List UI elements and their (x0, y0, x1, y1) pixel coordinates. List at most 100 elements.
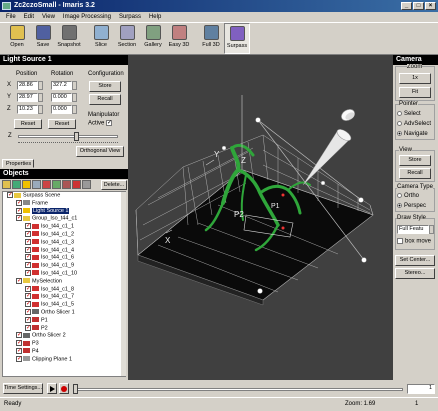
visibility-checkbox[interactable]: ✓ (16, 355, 22, 362)
position-y-input[interactable]: 28.97 (17, 93, 38, 102)
open-tool-button[interactable]: Open (4, 23, 30, 54)
visibility-checkbox[interactable]: ✓ (16, 215, 22, 222)
visibility-checkbox[interactable]: ✓ (25, 269, 31, 276)
tree-scrollbar[interactable] (121, 192, 126, 376)
camera-recall-button[interactable]: Recall (399, 168, 431, 179)
scene-canvas[interactable]: Y X Z P1 P2 (128, 55, 393, 380)
tree-item[interactable]: ✓ Iso_t44_c1_2 (3, 230, 125, 239)
position-z-input[interactable]: 10.23 (17, 105, 38, 114)
tree-item[interactable]: ✓ Iso_t44_c1_8 (3, 285, 125, 294)
gallery-tool-button[interactable]: Gallery (140, 23, 166, 54)
rotation-reset-button[interactable]: Reset (48, 119, 76, 129)
visibility-checkbox[interactable]: ✓ (25, 308, 31, 315)
menu-surpass[interactable]: Surpass (119, 12, 141, 22)
visibility-checkbox[interactable]: ✓ (25, 254, 31, 261)
rotation-z-spinner[interactable] (72, 105, 77, 114)
visibility-checkbox[interactable]: ✓ (25, 324, 31, 331)
orthogonal-view-button[interactable]: Orthogonal View (76, 146, 124, 157)
tree-item[interactable]: ✓ Ortho Slicer 1 (3, 308, 125, 317)
light-store-button[interactable]: Store (89, 81, 121, 92)
maximize-button[interactable]: □ (413, 2, 424, 10)
position-reset-button[interactable]: Reset (14, 119, 42, 129)
rotation-y-input[interactable]: 0.000 (51, 93, 72, 102)
menu-help[interactable]: Help (149, 12, 161, 22)
add-filament-icon[interactable] (52, 180, 61, 189)
visibility-checkbox[interactable]: ✓ (25, 238, 31, 245)
time-slider-track[interactable] (73, 388, 403, 391)
object-tree[interactable]: ✓ Surpass Scene ✓ Frame ✓ Light Source 1 ✓ Grou… (2, 191, 126, 377)
visibility-checkbox[interactable]: ✓ (16, 277, 22, 284)
tree-item[interactable]: ✓ Group_Iso_t44_c1 (3, 215, 125, 223)
position-y-spinner[interactable] (38, 93, 43, 102)
rotation-z-input[interactable]: 0.000 (51, 105, 72, 114)
position-x-input[interactable]: 28.86 (17, 81, 38, 90)
full-3d-tool-button[interactable]: Full 3D (198, 23, 224, 54)
tree-item[interactable]: ✓ Iso_t44_c1_5 (3, 301, 125, 309)
rotation-x-spinner[interactable] (72, 81, 77, 90)
tree-item[interactable]: ✓ Frame (3, 199, 125, 208)
time-frame-input[interactable]: 1 (407, 384, 435, 394)
visibility-checkbox[interactable]: ✓ (7, 192, 13, 198)
add-light-icon[interactable] (22, 180, 31, 189)
surpass-tool-button[interactable]: Surpass (224, 23, 250, 54)
rotation-x-input[interactable]: 327.2 (51, 81, 72, 90)
menu-file[interactable]: File (6, 12, 16, 22)
stereo-button[interactable]: Stereo... (395, 268, 435, 279)
minimize-button[interactable]: _ (401, 2, 412, 10)
active-checkbox[interactable]: ✓ (106, 120, 112, 126)
tree-item[interactable]: ✓ P1 (3, 316, 125, 325)
visibility-checkbox[interactable]: ✓ (25, 223, 31, 230)
tree-item[interactable]: ✓ Iso_t44_c1_10 (3, 269, 125, 278)
visibility-checkbox[interactable]: ✓ (16, 207, 22, 214)
add-slicer-icon[interactable] (32, 180, 41, 189)
rotation-y-spinner[interactable] (72, 93, 77, 102)
z-slider-track[interactable] (18, 135, 118, 138)
tree-item[interactable]: ✓ P4 (3, 347, 125, 356)
time-slider-thumb[interactable] (73, 384, 78, 394)
visibility-checkbox[interactable]: ✓ (16, 199, 22, 206)
tree-item[interactable]: ✓ Clipping Plane 1 (3, 355, 125, 364)
add-clipping-icon[interactable] (82, 180, 91, 189)
pointer-select-radio[interactable]: Select (397, 111, 421, 117)
box-move-checkbox[interactable]: box move (397, 238, 431, 245)
section-tool-button[interactable]: Section (114, 23, 140, 54)
visibility-checkbox[interactable]: ✓ (16, 332, 22, 339)
tree-item[interactable]: ✓ Iso_t44_c1_3 (3, 238, 125, 247)
visibility-checkbox[interactable]: ✓ (25, 293, 31, 300)
perspec-radio[interactable]: Perspec (397, 203, 426, 209)
close-button[interactable]: × (425, 2, 436, 10)
tree-item[interactable]: ✓ Iso_t44_c1_4 (3, 246, 125, 255)
menu-image-processing[interactable]: Image Processing (63, 12, 111, 22)
draw-style-select[interactable]: Full Featu (397, 225, 429, 234)
visibility-checkbox[interactable]: ✓ (25, 262, 31, 269)
tree-item[interactable]: ✓ P3 (3, 340, 125, 348)
properties-tab[interactable]: Properties (2, 159, 34, 168)
add-frame-icon[interactable] (12, 180, 21, 189)
play-button[interactable] (47, 383, 57, 394)
save-tool-button[interactable]: Save (30, 23, 56, 54)
camera-store-button[interactable]: Store (399, 155, 431, 166)
ortho-radio[interactable]: Ortho (397, 193, 419, 199)
tree-item[interactable]: ✓ P2 (3, 324, 125, 333)
zoom-fit-button[interactable]: Fit (399, 87, 431, 98)
draw-style-dropdown-arrow[interactable] (429, 225, 434, 234)
visibility-checkbox[interactable]: ✓ (25, 230, 31, 237)
tree-item[interactable]: ✓ Iso_t44_c1_1 (3, 223, 125, 231)
easy-3d-tool-button[interactable]: Easy 3D (166, 23, 192, 54)
add-folder-icon[interactable] (2, 180, 11, 189)
set-center-button[interactable]: Set Center... (395, 255, 435, 266)
menu-edit[interactable]: Edit (24, 12, 34, 22)
light-recall-button[interactable]: Recall (89, 94, 121, 105)
visibility-checkbox[interactable]: ✓ (16, 340, 22, 347)
add-spots-icon[interactable] (62, 180, 71, 189)
delete-button[interactable]: Delete... (101, 180, 127, 190)
tree-item[interactable]: ✓ Iso_t44_c1_9 (3, 262, 125, 270)
snapshot-tool-button[interactable]: Snapshot (56, 23, 82, 54)
tree-item[interactable]: ✓ Light Source 1 (3, 207, 125, 216)
tree-item[interactable]: ✓ MySelection (3, 277, 125, 286)
visibility-checkbox[interactable]: ✓ (25, 316, 31, 323)
tree-item[interactable]: ✓ Iso_t44_c1_7 (3, 293, 125, 301)
pointer-advselect-radio[interactable]: AdvSelect (397, 121, 431, 127)
visibility-checkbox[interactable]: ✓ (25, 246, 31, 253)
visibility-checkbox[interactable]: ✓ (25, 285, 31, 292)
